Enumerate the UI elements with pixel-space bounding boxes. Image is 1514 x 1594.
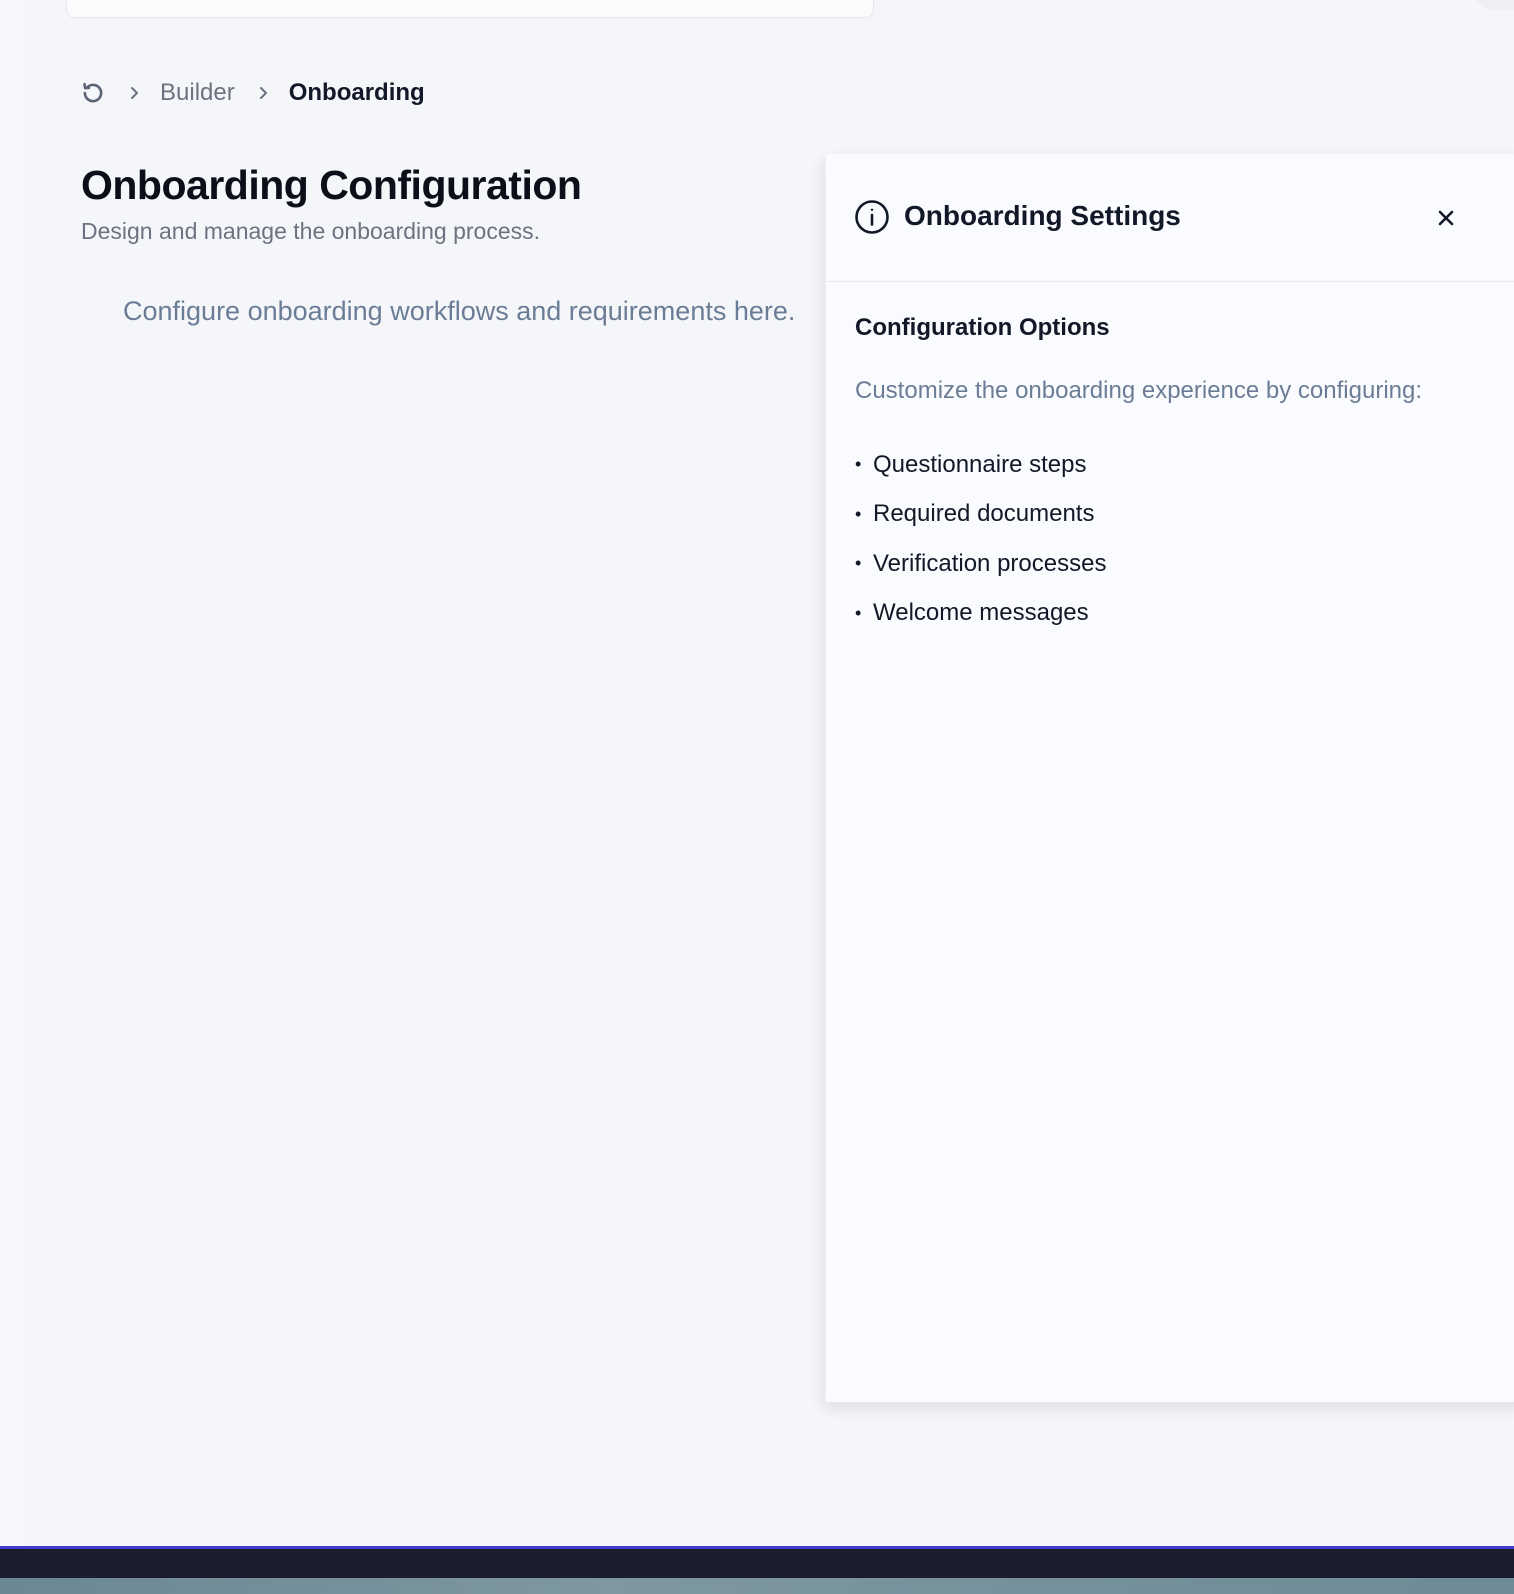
breadcrumb-current: Onboarding [288,79,425,106]
options-list: • Questionnaire steps • Required documen… [855,440,1106,638]
breadcrumb-builder-link[interactable]: Builder [160,79,235,107]
chevron-right-icon [257,86,271,100]
refresh-icon[interactable] [80,80,106,106]
chevron-right-icon [128,86,142,100]
list-item: • Questionnaire steps [855,440,1106,490]
left-edge-strip [0,0,24,1546]
bullet-icon: • [855,503,862,524]
page-subtitle: Design and manage the onboarding process… [81,218,541,244]
section-title: Configuration Options [855,314,1110,341]
info-circle-icon [854,199,890,235]
bullet-icon: • [855,553,862,574]
page-title: Onboarding Configuration [81,162,582,208]
top-right-control[interactable] [1474,0,1514,10]
list-item: • Welcome messages [855,589,1106,639]
bullet-icon: • [855,602,862,623]
section-description: Customize the onboarding experience by c… [855,377,1423,404]
desktop-background-strip [0,1578,1514,1594]
option-label: Questionnaire steps [873,450,1087,478]
breadcrumb: Builder Onboarding [80,78,425,108]
settings-panel: Onboarding Settings Configuration Option… [825,154,1514,1402]
bullet-icon: • [855,454,862,475]
list-item: • Required documents [855,490,1106,540]
bottom-taskbar [0,1546,1514,1578]
intro-text: Configure onboarding workflows and requi… [123,296,796,326]
close-button[interactable] [1434,206,1458,230]
top-search-bar[interactable] [66,0,874,18]
option-label: Required documents [873,500,1095,528]
panel-header: Onboarding Settings [826,154,1514,282]
option-label: Welcome messages [873,599,1089,627]
panel-title: Onboarding Settings [904,200,1181,231]
app-root: Builder Onboarding Onboarding Configurat… [0,0,1514,1594]
list-item: • Verification processes [855,539,1106,589]
option-label: Verification processes [873,549,1107,577]
